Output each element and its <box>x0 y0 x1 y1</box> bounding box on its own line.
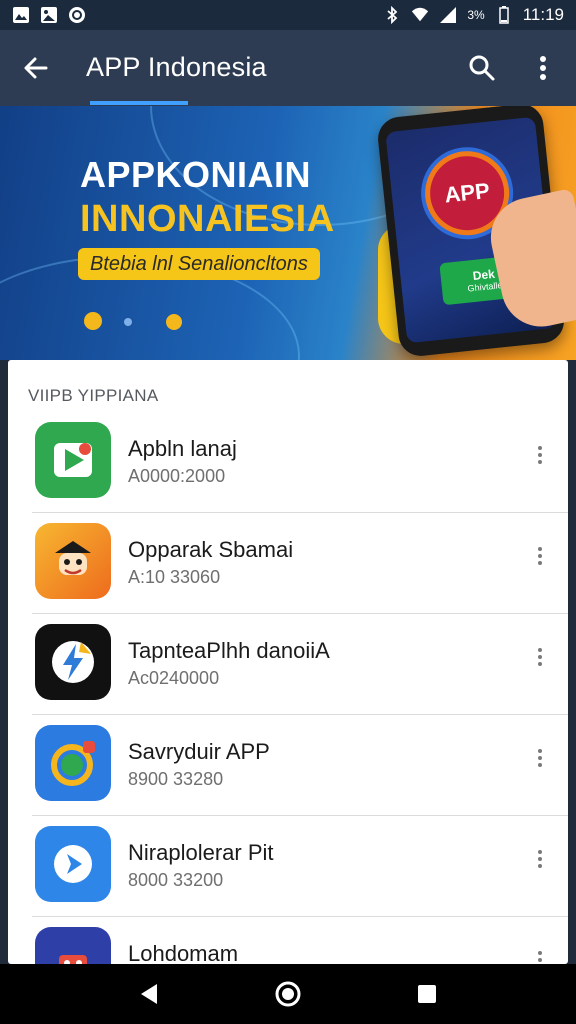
pirate-mascot-icon <box>35 523 111 599</box>
signal-icon <box>439 6 457 24</box>
app-meta: A:10 33060 <box>128 567 221 587</box>
status-right-icons: 3% 11:19 <box>383 5 564 25</box>
nav-recents-button[interactable] <box>407 974 447 1014</box>
banner-tagline: Btebia lnl Senalioncltons <box>78 248 320 280</box>
wifi-icon <box>411 6 429 24</box>
list-item[interactable]: TapnteaPlhh danoiiA Ac0240000 <box>32 614 568 715</box>
app-meta: Ac0240000 <box>128 668 220 688</box>
section-title: VIIPB YIPPIANA <box>28 386 159 405</box>
banner-dot <box>124 318 132 326</box>
list-item[interactable]: Opparak Sbamai A:10 33060 <box>32 513 568 614</box>
item-options-icon[interactable] <box>530 642 550 672</box>
more-vert-icon <box>540 56 546 80</box>
item-options-icon[interactable] <box>530 743 550 773</box>
nav-home-button[interactable] <box>268 974 308 1014</box>
banner-headline-line2: INNONAIESIA <box>80 198 335 240</box>
send-arrow-icon <box>35 826 111 902</box>
battery-icon <box>495 6 513 24</box>
phone-cta-line2: Ghivtalle <box>467 280 503 294</box>
more-options-button[interactable] <box>526 50 560 86</box>
nav-recents-square-icon <box>417 985 436 1003</box>
search-icon <box>469 55 495 81</box>
status-bar: 3% 11:19 <box>0 0 576 30</box>
status-time: 11:19 <box>522 5 564 24</box>
list-item[interactable]: Lohdomam <box>32 917 568 964</box>
banner-dot <box>166 314 182 330</box>
play-store-icon <box>35 422 111 498</box>
item-options-icon[interactable] <box>530 541 550 571</box>
battery-percent: 3% <box>467 8 485 22</box>
nav-home-circle-icon <box>275 981 301 1007</box>
app-bar: APP Indonesia <box>0 30 576 106</box>
back-button[interactable] <box>18 50 54 86</box>
photo-icon <box>40 6 58 24</box>
bluetooth-icon <box>383 6 401 24</box>
app-list: Apbln lanaj A0000:2000 Opparak Sbamai A:… <box>8 412 568 964</box>
status-left-icons <box>12 6 86 24</box>
list-item[interactable]: Apbln lanaj A0000:2000 <box>32 412 568 513</box>
banner-headline-line1: APPKONIAIN <box>80 154 312 195</box>
arrow-left-icon <box>24 57 48 79</box>
app-meta: A0000:2000 <box>128 466 226 486</box>
tab-indicator <box>90 101 188 105</box>
app-meta: 8900 33280 <box>128 769 224 789</box>
app-name: TapnteaPlhh danoiiA <box>128 638 330 663</box>
app-name: Lohdomam <box>128 941 239 964</box>
chat-bubble-icon <box>35 725 111 801</box>
messenger-bolt-icon <box>35 624 111 700</box>
list-item[interactable]: Niraplolerar Pit 8000 33200 <box>32 816 568 917</box>
page-title: APP Indonesia <box>86 52 267 82</box>
item-options-icon[interactable] <box>530 945 550 964</box>
item-options-icon[interactable] <box>530 440 550 470</box>
app-list-card: VIIPB YIPPIANA Apbln lanaj A0000:2000 Op… <box>8 360 568 964</box>
red-gift-icon <box>35 927 111 964</box>
app-name: Savryduir APP <box>128 739 270 764</box>
system-navigation-bar <box>0 964 576 1024</box>
app-meta: 8000 33200 <box>128 870 224 890</box>
item-options-icon[interactable] <box>530 844 550 874</box>
nav-back-triangle-icon <box>141 984 158 1004</box>
nav-back-button[interactable] <box>129 974 169 1014</box>
search-button[interactable] <box>464 50 500 86</box>
app-name: Opparak Sbamai <box>128 537 294 562</box>
app-name: Niraplolerar Pit <box>128 840 274 865</box>
promo-banner[interactable]: APPKONIAIN INNONAIESIA Btebia lnl Senali… <box>0 106 576 360</box>
sync-icon <box>68 6 86 24</box>
list-item[interactable]: Savryduir APP 8900 33280 <box>32 715 568 816</box>
app-name: Apbln lanaj <box>128 436 237 461</box>
banner-dot <box>84 312 102 330</box>
image-icon <box>12 6 30 24</box>
